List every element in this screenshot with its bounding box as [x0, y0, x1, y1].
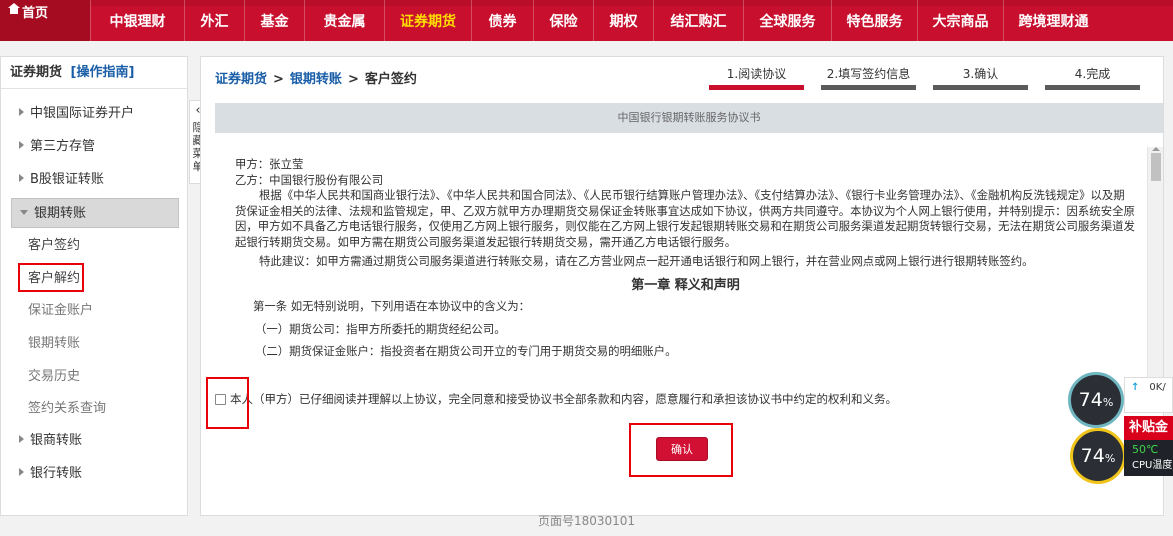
breadcrumb-separator: >: [273, 72, 284, 87]
sidebar-item-label: 银行转账: [30, 466, 83, 481]
scroll-up-icon[interactable]: [1152, 147, 1160, 151]
caret-right-icon: [19, 108, 24, 116]
page-number: 页面号18030101: [537, 514, 636, 528]
progress-steps: 1.阅读协议 2.填写签约信息 3.确认 4.完成: [709, 65, 1140, 90]
nav-item-wealth[interactable]: 中银理财: [90, 0, 184, 41]
arrow-up-icon: ↑: [1131, 382, 1140, 393]
subsidy-badge[interactable]: 补贴金: [1124, 416, 1173, 440]
breadcrumb-current: 客户签约: [364, 72, 417, 87]
home-label: 首页: [22, 6, 49, 21]
step-confirm: 3.确认: [933, 65, 1028, 90]
step-read-agreement: 1.阅读协议: [709, 65, 804, 90]
highlight-box-confirm: [629, 423, 733, 477]
gauge-value: 74: [1080, 445, 1105, 467]
highlight-box-checkbox: [206, 377, 249, 429]
sidebar-item-bank-merchant[interactable]: 银商转账: [11, 426, 179, 456]
nav-item-options[interactable]: 期权: [593, 0, 653, 41]
nav-item-bond[interactable]: 债券: [471, 0, 533, 41]
network-speed: ↑ 0K/: [1124, 377, 1173, 413]
nav-item-special-service[interactable]: 特色服务: [831, 0, 917, 41]
nav-item-forex[interactable]: 外汇: [184, 0, 244, 41]
sidebar-item-bocom-securities[interactable]: 中银国际证券开户: [11, 99, 179, 129]
agreement-text[interactable]: 甲方：张立莹 乙方：中国银行股份有限公司 根据《中华人民共和国商业银行法》、《中…: [215, 147, 1150, 381]
nav-item-fund[interactable]: 基金: [244, 0, 304, 41]
agreement-paragraph: 特此建议：如甲方需通过期货公司服务渠道进行转账交易，请在乙方营业网点一起开通电话…: [259, 254, 1034, 268]
sidebar-sub-history[interactable]: 交易历史: [28, 366, 80, 388]
agreement-title: 中国银行银期转账服务协议书: [215, 103, 1163, 133]
memory-gauge: 74%: [1068, 372, 1124, 428]
breadcrumb-separator: >: [347, 72, 359, 87]
article-text: 第一条 如无特别说明，下列用语在本协议中的含义为：: [253, 299, 530, 313]
caret-right-icon: [19, 141, 24, 149]
sidebar-item-bank-futures-transfer[interactable]: 银期转账: [11, 198, 179, 228]
breadcrumb: 证券期货 > 银期转账 > 客户签约: [215, 68, 417, 87]
nav-item-cross-border[interactable]: 跨境理财通: [1003, 0, 1103, 41]
caret-right-icon: [19, 435, 24, 443]
cpu-temperature: 50℃ CPU温度: [1124, 440, 1173, 476]
main-panel: 证券期货 > 银期转账 > 客户签约 1.阅读协议 2.填写签约信息 3.确认 4.完成…: [200, 56, 1164, 516]
agreement-scrollbar[interactable]: [1147, 147, 1163, 381]
system-monitor-widget[interactable]: 74% ↑ 0K/ 补贴金 74% 50℃ CPU温度: [1068, 372, 1173, 487]
nav-item-securities-futures[interactable]: 证券期货: [384, 0, 471, 41]
step-complete: 4.完成: [1045, 65, 1140, 90]
gauge-value: 74: [1078, 389, 1103, 411]
nav-item-global-service[interactable]: 全球服务: [743, 0, 831, 41]
scrollbar-thumb[interactable]: [1151, 153, 1161, 181]
sidebar-sub-customer-sign[interactable]: 客户签约: [28, 235, 80, 257]
party-a: 甲方：张立莹: [235, 157, 304, 171]
sidebar-item-label: 中银国际证券开户: [30, 106, 135, 121]
breadcrumb-item[interactable]: 银期转账: [290, 72, 342, 87]
left-sidebar: 证券期货 [操作指南] 中银国际证券开户 第三方存管 B股银证转账 银期转账 客…: [0, 56, 188, 516]
nav-item-fx-settlement[interactable]: 结汇购汇: [653, 0, 743, 41]
sidebar-item-bank-transfer[interactable]: 银行转账: [11, 459, 179, 489]
breadcrumb-item[interactable]: 证券期货: [215, 72, 267, 87]
article-item: （一）期货公司：指甲方所委托的期货经纪公司。: [255, 321, 506, 336]
highlight-box-cancel: [18, 263, 84, 292]
home-icon: [8, 3, 20, 14]
caret-right-icon: [19, 174, 24, 182]
caret-right-icon: [19, 468, 24, 476]
sidebar-item-third-party-custody[interactable]: 第三方存管: [11, 132, 179, 162]
top-navigation: 首页 中银理财 外汇 基金 贵金属 证券期货 债券 保险 期权 结汇购汇 全球服…: [0, 0, 1173, 41]
agree-row: 本人（甲方）已仔细阅读并理解以上协议，完全同意和接受协议书全部条款和内容，愿意履…: [215, 391, 1065, 407]
sidebar-sub-margin-account[interactable]: 保证金账户: [28, 300, 93, 322]
sidebar-header: 证券期货 [操作指南]: [1, 57, 187, 89]
cpu-gauge: 74%: [1070, 428, 1126, 484]
gauge-unit: %: [1102, 396, 1114, 409]
nav-items: 中银理财 外汇 基金 贵金属 证券期货 债券 保险 期权 结汇购汇 全球服务 特…: [90, 0, 1103, 41]
sidebar-title: 证券期货: [10, 65, 63, 80]
operation-guide-link[interactable]: [操作指南]: [71, 65, 135, 80]
nav-item-precious-metal[interactable]: 贵金属: [304, 0, 384, 41]
nav-item-commodity[interactable]: 大宗商品: [917, 0, 1003, 41]
home-link[interactable]: 首页: [0, 0, 90, 41]
sidebar-sub-bank-futures[interactable]: 银期转账: [28, 333, 80, 355]
step-fill-info: 2.填写签约信息: [821, 65, 916, 90]
sidebar-item-label: 银商转账: [30, 433, 83, 448]
sidebar-item-label: 银期转账: [34, 206, 87, 221]
sidebar-item-label: B股银证转账: [30, 172, 104, 187]
article-item: （二）期货保证金账户：指投资者在期货公司开立的专门用于期货交易的明细账户。: [255, 344, 677, 358]
sidebar-sub-relation-query[interactable]: 签约关系查询: [28, 398, 106, 420]
gauge-unit: %: [1104, 452, 1116, 465]
nav-item-insurance[interactable]: 保险: [533, 0, 593, 41]
sidebar-item-b-share-transfer[interactable]: B股银证转账: [11, 165, 179, 195]
chapter-heading: 第一章 释义和声明: [631, 277, 740, 293]
sidebar-item-label: 第三方存管: [30, 139, 96, 154]
caret-down-icon: [20, 210, 28, 215]
network-unit: K/: [1155, 382, 1166, 393]
temperature-value: 50℃: [1132, 443, 1159, 456]
agree-label: 本人（甲方）已仔细阅读并理解以上协议，完全同意和接受协议书全部条款和内容，愿意履…: [230, 392, 897, 406]
agreement-paragraph: 根据《中华人民共和国商业银行法》、《中华人民共和国合同法》、《人民币银行结算账户…: [235, 188, 1135, 249]
party-b: 乙方：中国银行股份有限公司: [235, 172, 384, 187]
temperature-label: CPU温度: [1132, 460, 1173, 471]
